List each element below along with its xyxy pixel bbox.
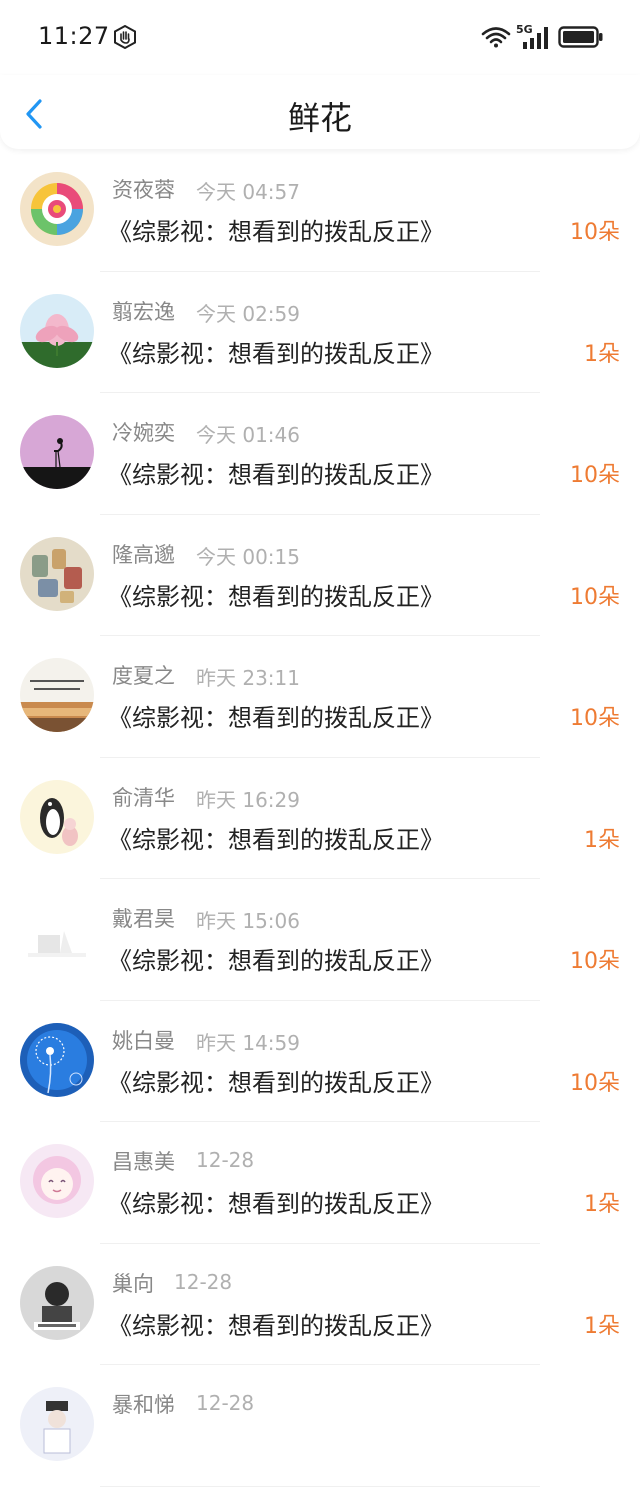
list-item[interactable]: 翦宏逸 今天 02:59 《综影视：想看到的拨乱反正》 1朵 bbox=[0, 272, 640, 393]
avatar[interactable] bbox=[20, 1265, 94, 1340]
sender-name: 昌惠美 bbox=[112, 1150, 175, 1174]
book-title: 《综影视：想看到的拨乱反正》 bbox=[108, 218, 444, 246]
book-title: 《综影视：想看到的拨乱反正》 bbox=[108, 1068, 444, 1097]
list-item[interactable]: 资夜蓉 今天 04:57 《综影视：想看到的拨乱反正》 10朵 bbox=[0, 150, 640, 272]
avatar[interactable] bbox=[20, 536, 94, 611]
header-bar: 鲜花 bbox=[0, 75, 640, 149]
book-title: 《综影视：想看到的拨乱反正》 bbox=[108, 339, 444, 368]
status-time: 11:27 bbox=[38, 22, 110, 50]
battery-icon bbox=[558, 26, 604, 48]
book-title: 《综影视：想看到的拨乱反正》 bbox=[108, 825, 444, 854]
flower-count: 10朵 bbox=[570, 949, 620, 974]
timestamp: 12-28 bbox=[196, 1391, 255, 1415]
book-title: 《综影视：想看到的拨乱反正》 bbox=[108, 1311, 444, 1340]
book-title: 《综影视：想看到的拨乱反正》 bbox=[108, 947, 444, 975]
timestamp: 12-28 bbox=[196, 1148, 255, 1172]
sender-name: 翦宏逸 bbox=[112, 299, 175, 324]
sender-name: 巢向 bbox=[112, 1271, 154, 1296]
avatar[interactable] bbox=[20, 1387, 94, 1461]
sender-name: 资夜蓉 bbox=[112, 178, 175, 202]
list-item[interactable]: 冷婉奕 今天 01:46 《综影视：想看到的拨乱反正》 10朵 bbox=[0, 393, 640, 515]
timestamp: 12-28 bbox=[174, 1269, 233, 1294]
sender-name: 俞清华 bbox=[112, 785, 175, 810]
book-title: 《综影视：想看到的拨乱反正》 bbox=[108, 461, 444, 489]
avatar[interactable] bbox=[20, 658, 94, 732]
flower-gift-list: 资夜蓉 今天 04:57 《综影视：想看到的拨乱反正》 10朵 翦宏逸 今天 02:59 《… bbox=[0, 150, 640, 1487]
avatar[interactable] bbox=[20, 901, 94, 975]
book-title: 《综影视：想看到的拨乱反正》 bbox=[108, 704, 444, 732]
sender-name: 暴和悌 bbox=[112, 1393, 175, 1417]
flower-count: 10朵 bbox=[570, 1070, 620, 1096]
flower-count: 1朵 bbox=[584, 1313, 620, 1339]
flower-count: 10朵 bbox=[570, 220, 620, 245]
avatar[interactable] bbox=[20, 779, 94, 854]
signal-icon bbox=[520, 24, 550, 50]
timestamp: 昨天 16:29 bbox=[196, 787, 300, 812]
avatar[interactable] bbox=[20, 1022, 94, 1097]
sender-name: 戴君昊 bbox=[112, 907, 175, 931]
list-item[interactable]: 戴君昊 昨天 15:06 《综影视：想看到的拨乱反正》 10朵 bbox=[0, 879, 640, 1001]
flower-count: 1朵 bbox=[584, 1192, 620, 1217]
book-title: 《综影视：想看到的拨乱反正》 bbox=[108, 582, 444, 611]
timestamp: 昨天 14:59 bbox=[196, 1030, 300, 1055]
timestamp: 今天 02:59 bbox=[196, 301, 300, 326]
list-item[interactable]: 昌惠美 12-28 《综影视：想看到的拨乱反正》 1朵 bbox=[0, 1122, 640, 1244]
status-bar: 11:27 5G bbox=[0, 0, 640, 75]
list-item[interactable]: 隆高邈 今天 00:15 《综影视：想看到的拨乱反正》 10朵 bbox=[0, 515, 640, 636]
book-title: 《综影视：想看到的拨乱反正》 bbox=[108, 1190, 444, 1218]
page-title: 鲜花 bbox=[287, 99, 352, 137]
avatar[interactable] bbox=[20, 1144, 94, 1218]
flower-count: 10朵 bbox=[570, 463, 620, 488]
list-item[interactable]: 俞清华 昨天 16:29 《综影视：想看到的拨乱反正》 1朵 bbox=[0, 758, 640, 879]
flower-count: 1朵 bbox=[584, 341, 620, 367]
timestamp: 昨天 15:06 bbox=[196, 909, 300, 933]
wifi-icon bbox=[481, 26, 511, 48]
sender-name: 度夏之 bbox=[112, 664, 175, 688]
flower-count: 10朵 bbox=[570, 584, 620, 610]
list-item[interactable]: 姚白曼 昨天 14:59 《综影视：想看到的拨乱反正》 10朵 bbox=[0, 1001, 640, 1122]
sender-name: 姚白曼 bbox=[112, 1028, 175, 1053]
divider bbox=[100, 1485, 540, 1487]
timestamp: 今天 01:46 bbox=[196, 423, 300, 447]
timestamp: 昨天 23:11 bbox=[196, 666, 300, 690]
list-item[interactable]: 暴和悌 12-28 bbox=[0, 1365, 640, 1487]
flower-count: 1朵 bbox=[584, 827, 620, 853]
flower-count: 10朵 bbox=[570, 706, 620, 731]
hand-icon bbox=[113, 24, 137, 50]
list-item[interactable]: 巢向 12-28 《综影视：想看到的拨乱反正》 1朵 bbox=[0, 1244, 640, 1365]
avatar[interactable] bbox=[20, 415, 94, 489]
avatar[interactable] bbox=[20, 293, 94, 368]
sender-name: 隆高邈 bbox=[112, 542, 175, 567]
timestamp: 今天 00:15 bbox=[196, 544, 300, 569]
avatar[interactable] bbox=[20, 172, 94, 246]
timestamp: 今天 04:57 bbox=[196, 180, 300, 204]
list-item[interactable]: 度夏之 昨天 23:11 《综影视：想看到的拨乱反正》 10朵 bbox=[0, 636, 640, 758]
sender-name: 冷婉奕 bbox=[112, 421, 175, 445]
